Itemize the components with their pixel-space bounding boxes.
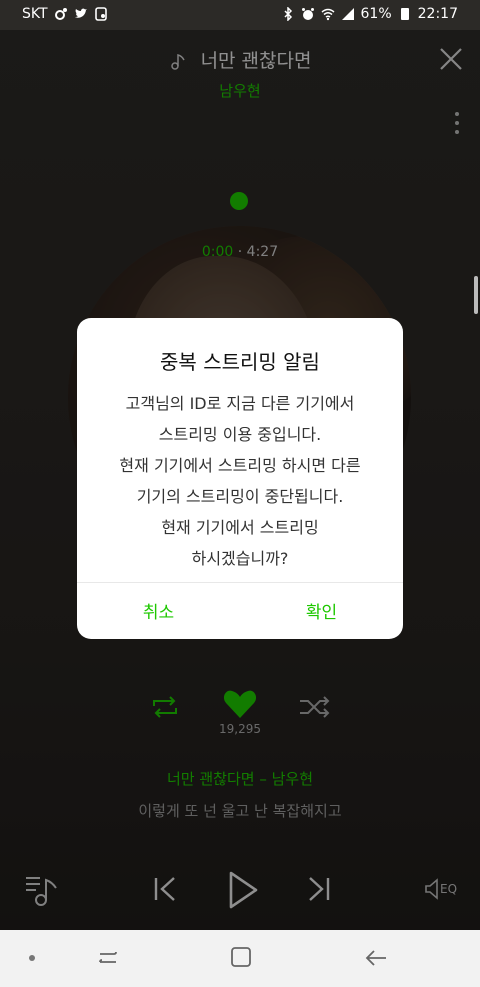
recents-icon[interactable]	[96, 946, 120, 970]
dialog-divider	[77, 582, 403, 583]
wifi-icon	[321, 8, 334, 21]
battery-icon	[400, 8, 409, 20]
dialog-title: 중복 스트리밍 알림	[160, 350, 320, 374]
nav-dot-icon[interactable]	[28, 954, 36, 962]
cancel-button[interactable]: 취소	[77, 598, 240, 623]
home-icon[interactable]	[230, 946, 252, 968]
scroll-indicator[interactable]	[474, 276, 478, 314]
twitter-icon	[74, 8, 87, 18]
dialog-line: 하시겠습니까?	[191, 549, 289, 568]
alarm-icon	[301, 8, 314, 20]
status-left: SKT	[22, 6, 108, 22]
back-icon[interactable]	[364, 946, 388, 970]
battery-percent: 61%	[360, 6, 392, 22]
dialog-line: 현재 기기에서 스트리밍	[161, 518, 319, 537]
dialog-message: 고객님의 ID로 지금 다른 기기에서 스트리밍 이용 중입니다. 현재 기기에…	[89, 388, 391, 574]
app-notification-icon	[94, 7, 107, 21]
status-time: 22:17	[417, 6, 458, 22]
status-right: 61% 22:17	[281, 6, 458, 22]
dialog-line: 기기의 스트리밍이 중단됩니다.	[136, 487, 344, 506]
dialog-line: 스트리밍 이용 중입니다.	[158, 425, 322, 444]
carrier-label: SKT	[22, 6, 48, 22]
status-bar: SKT 61% 22:17	[0, 0, 480, 30]
dialog-line: 현재 기기에서 스트리밍 하시면 다른	[119, 456, 361, 475]
music-app-icon	[54, 8, 67, 20]
system-nav-bar	[0, 930, 480, 987]
signal-icon	[341, 8, 354, 20]
duplicate-streaming-dialog: 중복 스트리밍 알림 고객님의 ID로 지금 다른 기기에서 스트리밍 이용 중…	[77, 318, 403, 639]
player-screen: SKT 61% 22:17 너만 괜찮다면 남우현 0:00 · 4:27 19…	[0, 0, 480, 930]
confirm-button[interactable]: 확인	[240, 598, 403, 623]
dialog-line: 고객님의 ID로 지금 다른 기기에서	[125, 394, 355, 413]
bluetooth-icon	[283, 7, 292, 21]
